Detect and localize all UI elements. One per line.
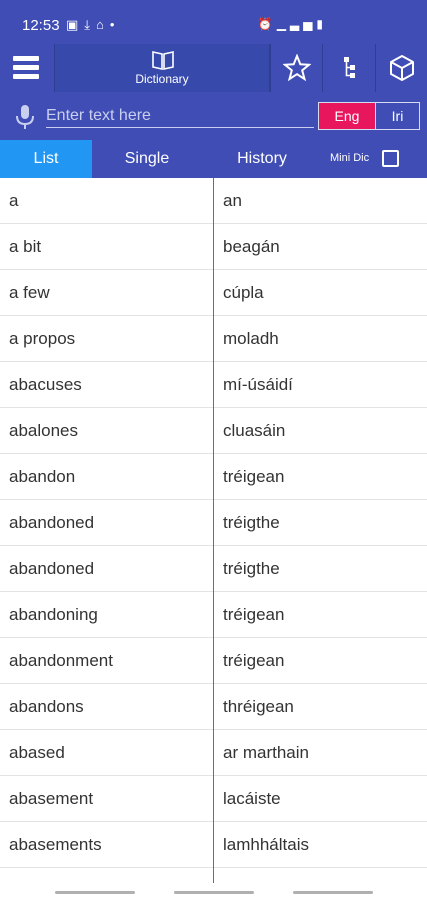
dictionary-tab[interactable]: Dictionary: [54, 44, 270, 92]
irish-translation: tréigthe: [223, 513, 280, 532]
column-divider: [213, 178, 214, 883]
irish-translation: lamhháltais: [223, 835, 309, 854]
menu-button[interactable]: [0, 44, 54, 92]
nav-back-button[interactable]: [293, 891, 373, 894]
irish-translation: cluasáin: [223, 421, 286, 440]
english-word: a bit: [9, 237, 42, 256]
irish-translation: tréigthe: [223, 559, 280, 578]
microphone-icon[interactable]: [14, 104, 36, 130]
irish-translation: tréigean: [223, 651, 285, 670]
irish-translation: cúpla: [223, 283, 264, 302]
tab-history[interactable]: History: [202, 140, 322, 178]
favorites-button[interactable]: [270, 44, 322, 92]
english-word: abandon: [9, 467, 76, 486]
tab-single[interactable]: Single: [92, 140, 202, 178]
navigation-bar: [0, 883, 427, 900]
irish-translation: lacáiste: [223, 789, 281, 808]
english-word: abandonment: [9, 651, 113, 670]
english-word: abased: [9, 743, 65, 762]
image-icon: ▣: [66, 17, 85, 32]
irish-translation: beagán: [223, 237, 280, 256]
status-icons-right: ⏰▁▃▅▮: [258, 17, 327, 31]
signal-icon: ▁▃▅: [276, 17, 317, 31]
english-word: abasements: [9, 835, 102, 854]
language-toggle: Eng Iri: [318, 102, 420, 130]
irish-translation: mí-úsáidí: [223, 375, 293, 394]
search-input[interactable]: [46, 104, 314, 128]
dot-icon: •: [109, 17, 121, 32]
tree-icon: [344, 57, 355, 78]
status-time: 12:53: [22, 17, 60, 34]
alarm-icon: ⏰: [257, 17, 277, 31]
tree-button[interactable]: [322, 44, 374, 92]
tab-list[interactable]: List: [0, 140, 92, 178]
mini-dic-label: Mini Dic: [330, 152, 370, 164]
menu-icon-bar: [13, 74, 39, 79]
mini-dic-checkbox[interactable]: [382, 150, 399, 167]
word-list: abasements lamhháltais abasement lacáiste ab…: [0, 178, 427, 883]
english-word: abacuses: [9, 375, 82, 394]
nav-home-button[interactable]: [174, 891, 254, 894]
english-word: a: [9, 191, 19, 210]
star-icon: [283, 54, 311, 82]
download-icon: ⤓: [84, 17, 97, 32]
lang-iri-button[interactable]: Iri: [375, 103, 419, 129]
english-word: a few: [9, 283, 50, 302]
menu-icon-bar: [13, 65, 39, 70]
tab-bar: List Single History Mini Dic: [0, 140, 427, 178]
cube-button[interactable]: [375, 44, 427, 92]
status-bar: 12:53 ▣⤓⌂• ⏰▁▃▅▮: [0, 0, 427, 44]
irish-translation: an: [223, 191, 242, 210]
english-word: abandoned: [9, 559, 95, 578]
english-word: abandons: [9, 697, 84, 716]
dictionary-label: Dictionary: [135, 72, 189, 86]
english-word: abandoning: [9, 605, 98, 624]
english-word: abasement: [9, 789, 94, 808]
battery-icon: ▮: [316, 17, 327, 31]
cube-icon: [390, 55, 414, 81]
english-word: abalones: [9, 421, 79, 440]
lang-eng-button[interactable]: Eng: [319, 103, 375, 129]
irish-translation: thréigean: [223, 697, 294, 716]
book-icon: [152, 51, 174, 70]
english-word: abandoned: [9, 513, 95, 532]
menu-icon-bar: [13, 56, 39, 61]
english-word: a propos: [9, 329, 76, 348]
irish-translation: tréigean: [223, 605, 285, 624]
irish-translation: tréigean: [223, 467, 285, 486]
home-icon: ⌂: [96, 17, 110, 32]
irish-translation: ar marthain: [223, 743, 309, 762]
irish-translation: moladh: [223, 329, 279, 348]
status-icons-left: ▣⤓⌂•: [66, 17, 120, 33]
app-bar: Dictionary: [0, 44, 427, 92]
nav-recent-button[interactable]: [55, 891, 135, 894]
